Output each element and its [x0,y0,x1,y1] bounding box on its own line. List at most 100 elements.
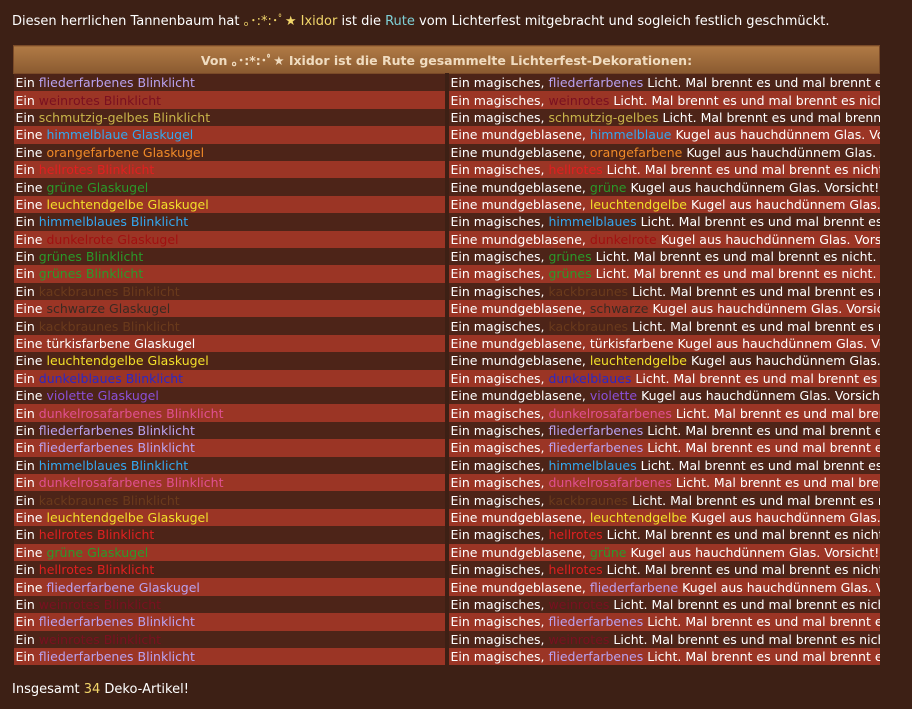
item-colored-name: leuchtendgelbe Glaskugel [46,510,208,525]
table-row: Ein dunkelrosafarbenes Blinklicht Ein mag… [13,473,880,492]
description-color-adjective: weinrotes [548,92,610,108]
item-description-cell: Eine mundgeblasene, leuchtendgelbe Kugel… [446,195,880,214]
description-prefix: Ein magisches, [450,475,545,491]
item-colored-name: weinrotes Blinklicht [39,597,161,612]
intro-middle: ist die [337,14,386,29]
description-prefix: Ein magisches, [450,614,545,630]
item-noun: Glaskugel [117,231,179,247]
item-noun: Blinklicht [85,266,144,282]
item-article: Ein [15,457,35,473]
item-name-cell: Eine türkisfarbene Glaskugel [13,334,449,353]
item-color-adjective: violette [46,388,94,404]
item-description-cell: Ein magisches, fliederfarbenes Licht. Ma… [446,439,880,457]
item-name-cell: Ein grünes Blinklicht [13,247,449,266]
description-suffix: Licht. Mal brennt es und mal brennt es n… [606,527,880,543]
item-article: Eine [15,579,43,595]
item-noun: Blinklicht [103,596,162,612]
description-color-adjective: schwarze [589,301,649,317]
decorations-table: Von ｡･:*:･ﾟ★ Ixidor ist die Rute gesamme… [13,45,880,666]
item-description-cell: Ein magisches, weinrotes Licht. Mal bren… [446,630,880,648]
table-row: Eine fliederfarbene Glaskugel Eine mundge… [13,578,880,596]
item-description-cell: Ein magisches, grünes Licht. Mal brennt … [446,265,880,283]
item-colored-name: dunkelblaues Blinklicht [39,371,183,386]
item-noun: Glaskugel [87,544,149,560]
item-noun: Blinklicht [96,527,155,543]
intro-before: Diesen herrlichen Tannenbaum hat [12,14,244,29]
description-prefix: Ein magisches, [450,283,545,299]
description-suffix: Kugel aus hauchdünnem Glas. Vorsicht! Le… [641,388,880,404]
description-prefix: Ein magisches, [450,440,545,456]
item-noun: Blinklicht [96,562,155,578]
item-description-cell: Ein magisches, dunkelrosafarbenes Licht.… [446,473,880,492]
item-description-cell: Ein magisches, dunkelblaues Licht. Mal b… [446,369,880,388]
description-color-adjective: himmelblaue [589,127,672,143]
item-article: Ein [15,440,35,456]
description-color-adjective: fliederfarbenes [548,440,644,456]
item-description-cell: Ein magisches, dunkelrosafarbenes Licht.… [446,404,880,422]
item-description-cell: Eine mundgeblasene, dunkelrote Kugel aus… [446,230,880,248]
item-description-cell: Ein magisches, fliederfarbenes Licht. Ma… [446,647,880,666]
description-suffix: Licht. Mal brennt es und mal brennt es n… [632,283,879,299]
description-suffix: Licht. Mal brennt es und mal brennt es n… [640,214,880,230]
item-colored-name: fliederfarbenes Blinklicht [39,614,195,629]
description-suffix: Licht. Mal brennt es und mal brennt es n… [647,75,879,91]
item-article: Eine [15,127,43,143]
table-header-row: Von ｡･:*:･ﾟ★ Ixidor ist die Rute gesamme… [13,45,880,74]
item-noun: Blinklicht [137,614,195,630]
item-description-cell: Eine mundgeblasene, grüne Kugel aus hauc… [446,178,880,196]
item-noun: Blinklicht [137,649,195,665]
description-suffix: Licht. Mal brennt es und mal brennt es n… [632,318,879,334]
item-article: Ein [15,614,35,630]
item-name-cell: Ein fliederfarbenes Blinklicht [13,73,449,92]
description-prefix: Eine mundgeblasene, [450,231,586,247]
item-color-adjective: fliederfarbenes [38,423,134,438]
description-suffix: Licht. Mal brennt es und mal brennt es n… [613,596,880,612]
item-name-cell: Eine leuchtendgelbe Glaskugel [13,195,449,214]
table-row: Ein dunkelrosafarbenes Blinklicht Ein mag… [13,404,880,422]
item-name-cell: Ein dunkelrosafarbenes Blinklicht [13,473,449,492]
item-colored-name: violette Glaskugel [46,388,158,403]
table-row: Eine leuchtendgelbe Glaskugel Eine mundge… [13,352,880,370]
item-description-cell: Eine mundgeblasene, leuchtendgelbe Kugel… [446,508,880,527]
item-color-adjective: schmutzig-gelbes [38,109,149,125]
description-prefix: Eine mundgeblasene, [450,336,586,352]
description-color-adjective: grüne [589,544,627,560]
table-row: Ein himmelblaues Blinklicht Ein magisches… [13,213,880,231]
item-color-adjective: orangefarbene [46,144,139,160]
table-row: Ein hellrotes Blinklicht Ein magisches, h… [13,160,880,179]
user-name-link[interactable]: ｡･:*:･ﾟ★ Ixidor [244,14,338,29]
description-color-adjective: orangefarbene [589,144,683,160]
description-prefix: Eine mundgeblasene, [450,544,586,560]
item-article: Ein [15,283,35,299]
description-prefix: Eine mundgeblasene, [450,127,586,143]
description-color-adjective: violette [589,388,638,404]
item-name-cell: Eine leuchtendgelbe Glaskugel [13,352,449,370]
item-name-cell: Ein kackbraunes Blinklicht [13,282,449,301]
description-prefix: Ein magisches, [450,162,545,178]
item-noun: Glaskugel [147,353,209,369]
description-prefix: Ein magisches, [450,562,545,578]
item-name-cell: Ein hellrotes Blinklicht [13,160,449,179]
item-colored-name: leuchtendgelbe Glaskugel [46,197,208,212]
item-description-cell: Ein magisches, fliederfarbenes Licht. Ma… [446,613,880,631]
item-article: Eine [15,544,43,560]
item-article: Eine [15,509,43,525]
item-noun: Glaskugel [138,579,200,595]
description-color-adjective: leuchtendgelbe [589,353,687,369]
item-colored-name: himmelblaues Blinklicht [39,458,188,473]
table-row: Ein fliederfarbenes Blinklicht Ein magisc… [13,421,880,440]
item-noun: Glaskugel [132,127,194,143]
table-row: Ein hellrotes Blinklicht Ein magisches, h… [13,560,880,579]
item-noun: Blinklicht [85,249,144,265]
intro-after: vom Lichterfest mitgebracht und sogleich… [414,14,830,29]
table-row: Ein grünes Blinklicht Ein magisches, grün… [13,247,880,266]
description-prefix: Eine mundgeblasene, [450,301,586,317]
description-prefix: Eine mundgeblasene, [450,509,586,525]
item-article: Ein [15,562,35,578]
description-suffix: Licht. Mal brennt es und mal brennt es n… [640,457,880,473]
description-suffix: Kugel aus hauchdünnem Glas. Vorsicht! Le… [690,353,880,369]
item-article: Eine [15,196,43,212]
item-colored-name: dunkelrosafarbenes Blinklicht [39,406,224,421]
item-noun: Blinklicht [137,440,195,456]
item-colored-name: schwarze Glaskugel [46,301,170,316]
